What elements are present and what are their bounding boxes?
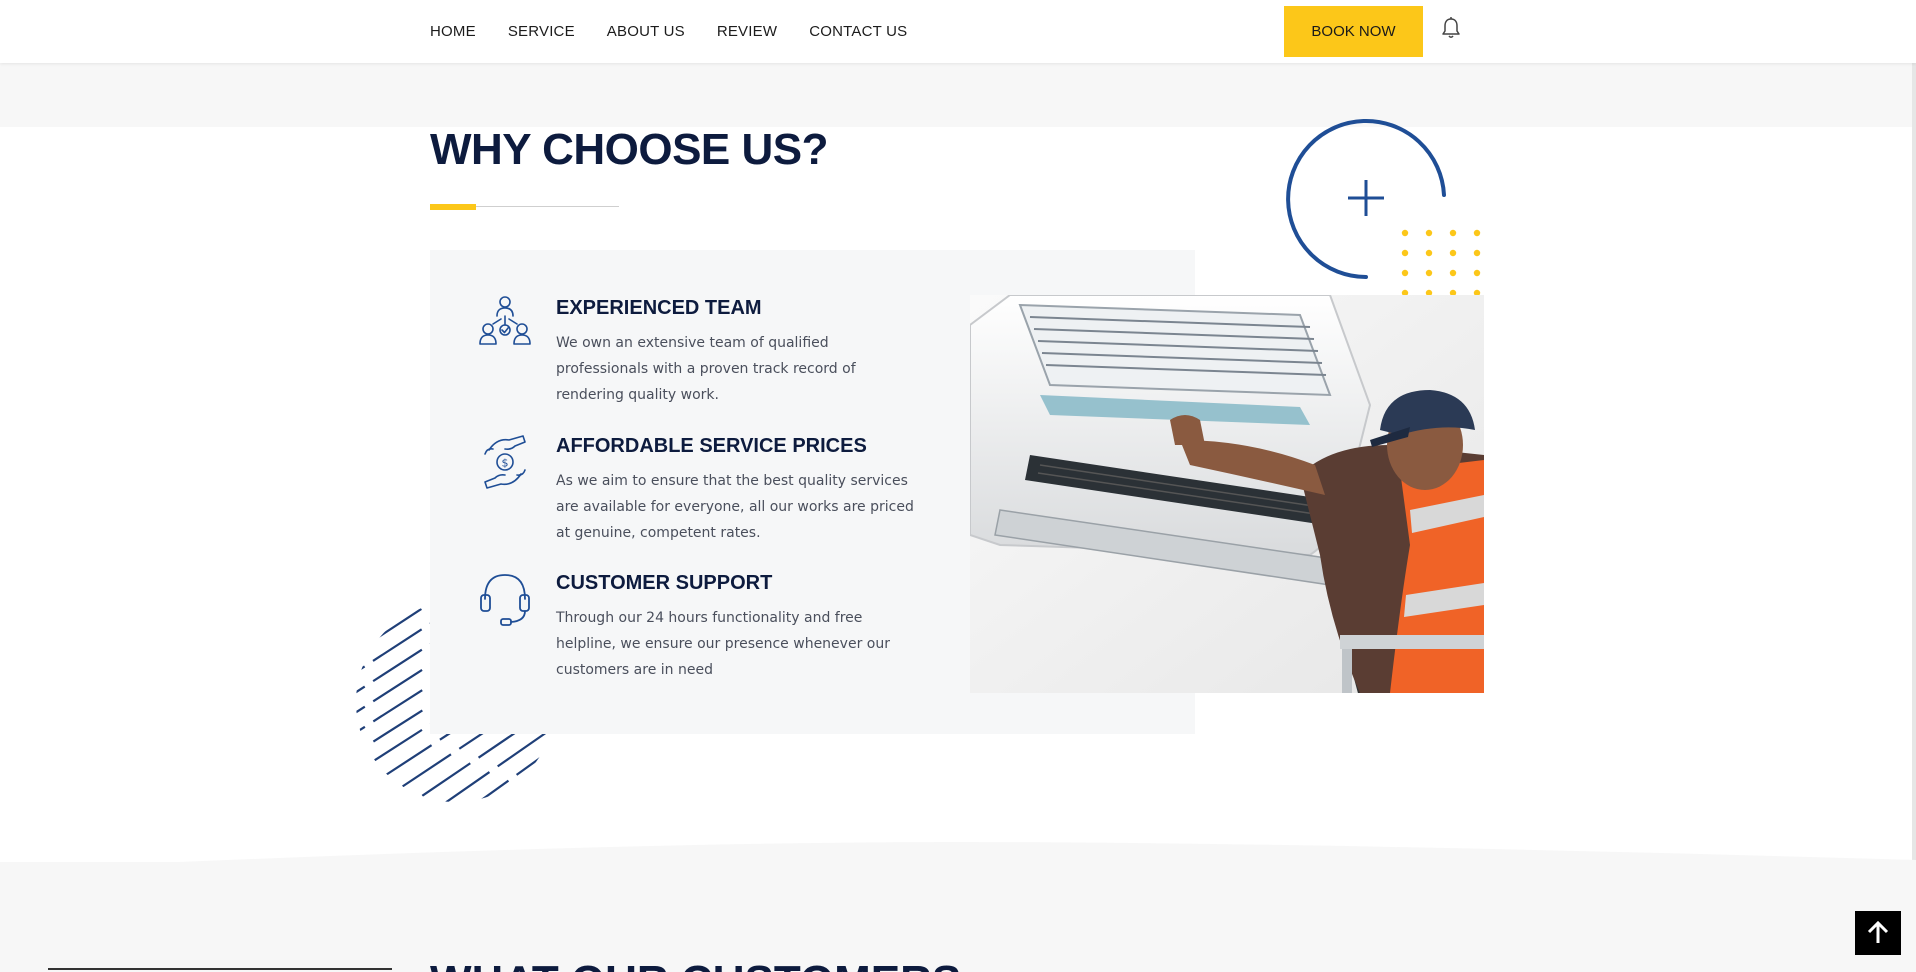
team-icon [479, 296, 531, 345]
section-title: WHY CHOOSE US? [430, 125, 829, 174]
decorative-dots [1401, 229, 1481, 297]
title-underline-accent [430, 204, 476, 210]
feature-description: As we aim to ensure that the best qualit… [556, 473, 914, 541]
nav-home[interactable]: HOME [430, 23, 476, 40]
feature-title: CUSTOMER SUPPORT [556, 572, 773, 594]
next-section-heading: WHAT OUR CUSTOMERS SAY [430, 952, 970, 972]
feature-title: EXPERIENCED TEAM [556, 297, 762, 319]
feature-description: We own an extensive team of qualified pr… [556, 335, 856, 403]
site-header: HOME SERVICE ABOUT US REVIEW CONTACT US … [0, 0, 1916, 63]
feature-title: AFFORDABLE SERVICE PRICES [556, 435, 867, 457]
divider-line [48, 968, 392, 970]
technician-ac-photo [970, 295, 1484, 693]
nav-service[interactable]: SERVICE [508, 23, 575, 40]
hand-money-icon: $ [484, 435, 526, 489]
headset-icon [480, 574, 530, 626]
nav-review[interactable]: REVIEW [717, 23, 777, 40]
bell-icon[interactable] [1440, 16, 1462, 40]
nav-contact-us[interactable]: CONTACT US [809, 23, 907, 40]
next-section-title: WHAT OUR CUSTOMERS SAY [430, 957, 970, 972]
top-band [0, 63, 1916, 127]
feature-description: Through our 24 hours functionality and f… [556, 610, 890, 678]
title-underline-line [476, 206, 619, 207]
main-nav: HOME SERVICE ABOUT US REVIEW CONTACT US [430, 0, 907, 63]
nav-about-us[interactable]: ABOUT US [607, 23, 685, 40]
book-now-button[interactable]: BOOK NOW [1284, 6, 1423, 57]
arrow-up-icon [1867, 920, 1889, 943]
svg-text:$: $ [502, 457, 509, 470]
scroll-to-top-button[interactable] [1855, 911, 1901, 955]
